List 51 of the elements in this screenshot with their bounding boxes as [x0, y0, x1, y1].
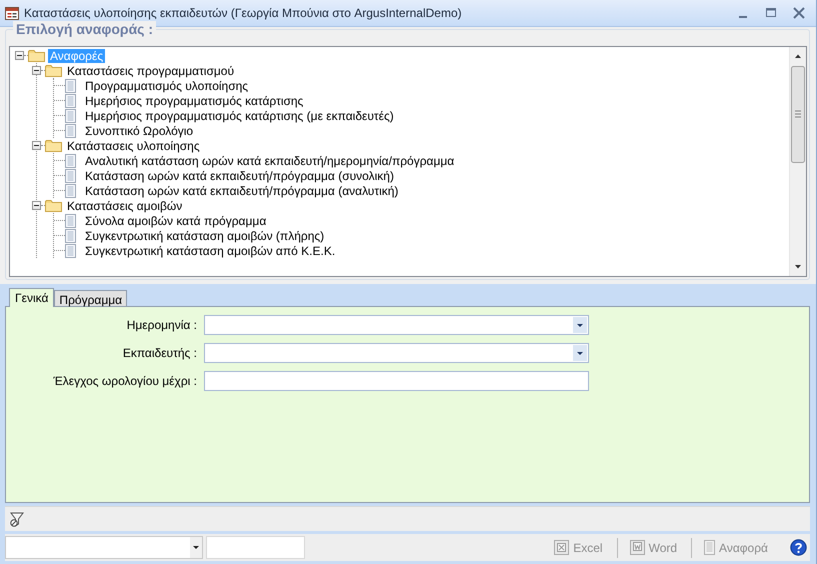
folder-icon	[28, 49, 45, 62]
document-icon	[65, 184, 76, 198]
document-icon	[65, 78, 76, 92]
collapse-toggle[interactable]	[32, 141, 41, 150]
document-icon	[65, 228, 76, 242]
tree-item[interactable]: Αναλυτική κατάσταση ωρών κατά εκπαιδευτή/ημερομηνία/πρόγραμμα	[83, 154, 456, 168]
document-icon	[65, 154, 76, 168]
folder-icon	[45, 199, 62, 212]
document-icon	[630, 540, 645, 555]
collapse-toggle[interactable]	[32, 201, 41, 210]
clear-filter-icon[interactable]	[9, 510, 25, 528]
dropdown-field[interactable]	[5, 536, 203, 559]
tree-item[interactable]: Κατάσταση ωρών κατά εκπαιδευτή/πρόγραμμα (συνολική)	[83, 168, 396, 182]
document-icon	[65, 168, 76, 182]
tree-item[interactable]: Σύνολα αμοιβών κατά πρόγραμμα	[83, 214, 268, 228]
tree-item[interactable]: Κατάσταση ωρών κατά εκπαιδευτή/πρόγραμμα (αναλυτική)	[83, 184, 400, 198]
window-app-icon	[5, 6, 19, 20]
dropdown-field[interactable]	[204, 343, 589, 363]
document-icon	[65, 124, 76, 138]
collapse-toggle[interactable]	[15, 51, 24, 60]
field-label: Έλεγχος ωρολογίου μέχρι :	[52, 374, 198, 388]
tab[interactable]: Γενικά	[9, 288, 54, 307]
field-label: Εκπαιδευτής :	[122, 346, 198, 360]
spreadsheet-icon	[554, 540, 570, 555]
document-icon	[65, 214, 76, 228]
help-icon[interactable]	[790, 539, 807, 556]
tree-folder[interactable]: Καταστάσεις προγραμματισμού	[65, 64, 236, 78]
collapse-toggle[interactable]	[32, 66, 41, 75]
scrollbar[interactable]	[789, 47, 806, 276]
dropdown-field[interactable]	[204, 315, 589, 335]
tab[interactable]: Πρόγραμμα	[54, 290, 128, 306]
tree-item[interactable]: Ημερήσιος προγραμματισμός κατάρτισης (με εκπαιδευτές)	[83, 108, 396, 122]
field-label: Ημερομηνία :	[126, 318, 198, 332]
caret-icon	[190, 537, 202, 558]
folder-icon	[45, 139, 62, 152]
input-field[interactable]	[204, 371, 589, 391]
tree-item[interactable]: Συγκεντρωτική κατάσταση αμοιβών από Κ.Ε.Κ.	[83, 244, 338, 258]
tree-item[interactable]: Συνοπτικό Ωρολόγιο	[83, 124, 196, 138]
tree-item[interactable]: Προγραμματισμός υλοποίησης	[83, 78, 250, 92]
document-icon	[65, 108, 76, 122]
document-icon	[65, 94, 76, 108]
folder-icon	[45, 64, 62, 77]
group-legend: Επιλογή αναφοράς :	[13, 21, 156, 37]
tree-item[interactable]: Συγκεντρωτική κατάσταση αμοιβών (πλήρης)	[83, 228, 326, 242]
document-icon	[65, 244, 76, 258]
window-title: Καταστάσεις υλοποίησης εκπαιδευτών (Γεωργία Μπούνια στο ArgusInternalDemo)	[24, 6, 463, 20]
tree-folder[interactable]: Καταστάσεις αμοιβών	[65, 198, 184, 212]
tree-folder[interactable]: Κατάστασεις υλοποίησης	[65, 138, 202, 152]
input-field[interactable]	[206, 536, 305, 559]
tree-item[interactable]: Ημερήσιος προγραμματισμός κατάρτισης	[83, 94, 306, 108]
report-icon	[704, 540, 716, 555]
